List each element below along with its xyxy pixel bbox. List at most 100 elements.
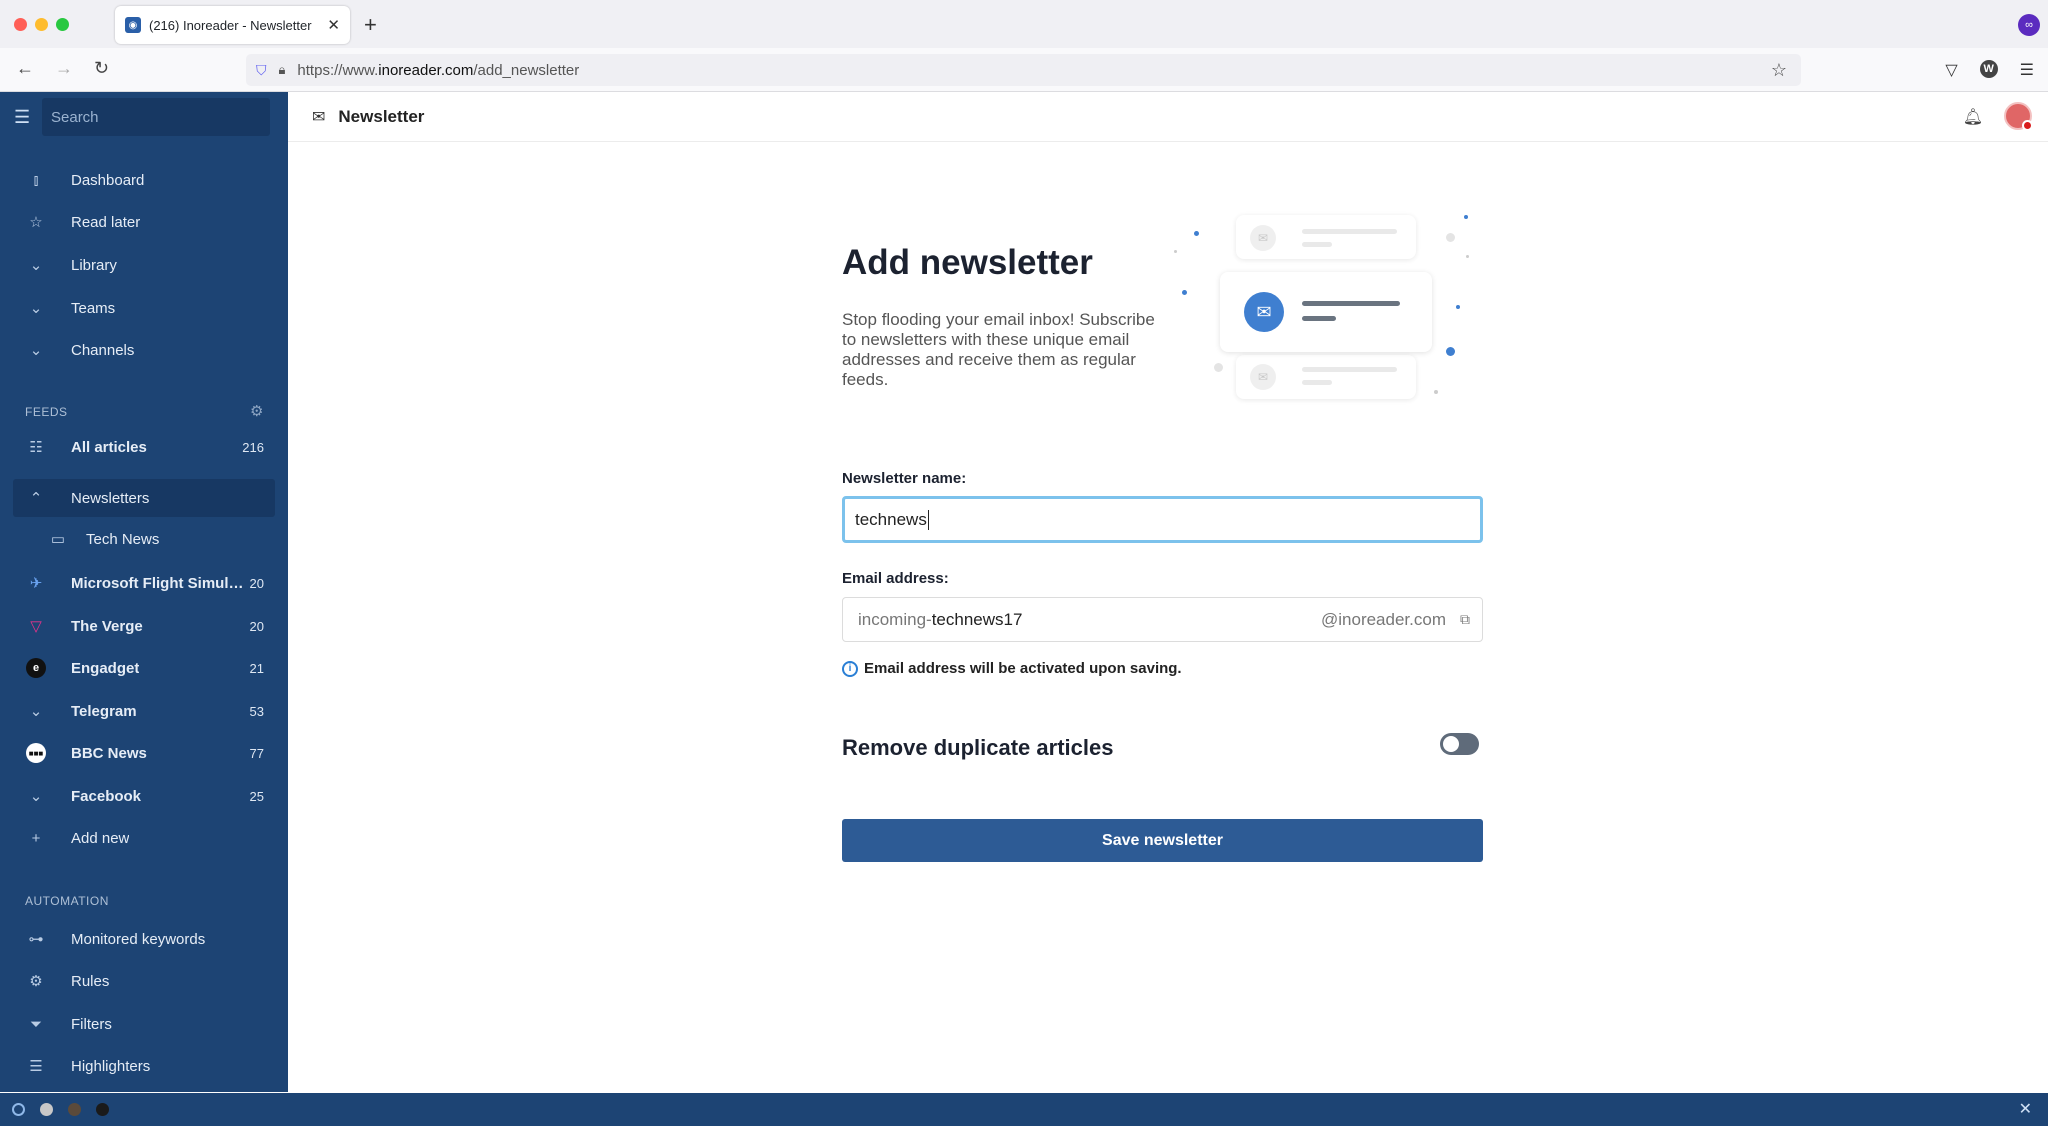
chevron-circle-icon: ⌄ — [29, 257, 43, 274]
engadget-logo-icon: e — [26, 658, 46, 678]
email-address-label: Email address: — [842, 570, 949, 587]
chevron-circle-icon: ⌄ — [29, 703, 43, 720]
sidebar-item-channels[interactable]: ⌄ Channels — [13, 331, 275, 369]
chevron-circle-icon: ⌄ — [29, 300, 43, 317]
list-icon: ☷ — [29, 439, 43, 456]
save-newsletter-button[interactable]: Save newsletter — [842, 819, 1483, 862]
newsletter-name-input[interactable]: technews — [842, 496, 1483, 543]
bottom-status-bar: ✕ — [0, 1093, 2048, 1126]
extension-w-icon[interactable]: W — [1979, 60, 1998, 78]
shield-icon[interactable]: ⛉ — [256, 62, 267, 79]
inoreader-favicon-icon: ◉ — [125, 17, 141, 33]
sidebar-item-bbc-news[interactable]: ■■■ BBC News 77 — [13, 734, 275, 772]
rules-icon: ⚙ — [29, 973, 43, 990]
browser-tab[interactable]: ◉ (216) Inoreader - Newsletter ✕ — [115, 6, 350, 44]
feeds-settings-gear-icon[interactable]: ⚙ — [250, 402, 263, 420]
info-icon: i — [842, 660, 858, 677]
sidebar-item-dashboard[interactable]: ⫾ Dashboard — [13, 161, 275, 199]
pocket-icon[interactable]: ▽ — [1945, 60, 1957, 80]
page-title: Newsletter — [338, 106, 425, 126]
star-icon: ☆ — [29, 214, 43, 231]
illustration-card: ✉ — [1236, 355, 1416, 399]
sidebar-item-monitored-keywords[interactable]: ⊶ Monitored keywords — [13, 920, 275, 958]
illustration-card: ✉ — [1236, 215, 1416, 259]
remove-duplicates-label: Remove duplicate articles — [842, 735, 1114, 760]
sidebar-item-newsletters[interactable]: ⌃ Newsletters — [13, 479, 275, 517]
sidebar-item-teams[interactable]: ⌄ Teams — [13, 289, 275, 327]
close-tab-icon[interactable]: ✕ — [327, 16, 340, 34]
filter-icon: ⏷ — [29, 1015, 42, 1033]
sidebar-item-all-articles[interactable]: ☷ All articles 216 — [13, 428, 275, 466]
newsletter-name-label: Newsletter name: — [842, 470, 967, 487]
lock-icon[interactable]: 🔒︎ — [279, 62, 286, 78]
bookmark-star-icon[interactable]: ☆ — [1771, 60, 1787, 81]
copy-icon[interactable]: ⧉ — [1460, 611, 1470, 628]
sidebar-item-filters[interactable]: ⏷ Filters — [13, 1005, 275, 1043]
sidebar-item-facebook[interactable]: ⌄ Facebook 25 — [13, 777, 275, 815]
main-content: Add newsletter Stop flooding your email … — [288, 143, 2048, 1093]
envelope-icon: ✉ — [1250, 364, 1276, 390]
envelope-icon: ✉ — [1250, 225, 1276, 251]
sidebar-item-library[interactable]: ⌄ Library — [13, 246, 275, 284]
minimize-window-button[interactable] — [35, 18, 48, 31]
sidebar-item-flight-simulator[interactable]: ✈ Microsoft Flight Simulat... 20 — [13, 564, 275, 602]
paper-plane-icon: ✈ — [29, 575, 43, 592]
avatar[interactable] — [2004, 102, 2033, 131]
email-address-field[interactable]: incoming-technews17 @inoreader.com ⧉ — [842, 597, 1483, 642]
close-icon[interactable]: ✕ — [2019, 1099, 2032, 1119]
chevron-circle-icon: ⌄ — [29, 788, 43, 805]
chevron-circle-icon: ⌄ — [29, 342, 43, 359]
theme-dot-dark[interactable] — [96, 1103, 109, 1116]
sidebar-item-engadget[interactable]: e Engadget 21 — [13, 649, 275, 687]
forward-arrow-icon[interactable]: → — [55, 58, 73, 79]
illustration-card-main: ✉ — [1220, 272, 1432, 352]
keyword-icon: ⊶ — [28, 931, 44, 948]
sidebar-item-read-later[interactable]: ☆ Read later — [13, 203, 275, 241]
add-newsletter-heading: Add newsletter — [842, 243, 1093, 282]
automation-section-title: AUTOMATION — [25, 894, 109, 908]
browser-navbar: ← → ↻ ⛉ 🔒︎ https://www.inoreader.com/add… — [0, 48, 2048, 92]
sidebar: ☰ Search ⫾ Dashboard ☆ Read later ⌄ Library… — [0, 92, 288, 1092]
close-window-button[interactable] — [14, 18, 27, 31]
maximize-window-button[interactable] — [56, 18, 69, 31]
tab-title: (216) Inoreader - Newsletter — [149, 17, 312, 33]
hamburger-menu-icon[interactable]: ☰ — [14, 107, 36, 128]
search-input[interactable]: Search — [42, 98, 270, 136]
inbox-icon: ▭ — [50, 531, 66, 548]
envelope-icon: ✉ — [1244, 292, 1284, 332]
sidebar-item-tech-news[interactable]: ▭ Tech News — [13, 520, 275, 558]
feeds-section-title: FEEDS — [25, 405, 68, 419]
url-bar[interactable]: ⛉ 🔒︎ https://www.inoreader.com/add_newsl… — [246, 54, 1801, 86]
sidebar-item-the-verge[interactable]: ▽ The Verge 20 — [13, 607, 275, 645]
text-caret — [927, 509, 929, 530]
back-arrow-icon[interactable]: ← — [16, 58, 34, 79]
toggle-knob — [1443, 736, 1459, 752]
chevron-up-circle-icon: ⌃ — [29, 490, 43, 507]
highlighter-icon: ☰ — [29, 1058, 43, 1075]
app-menu-icon[interactable]: ☰ — [2020, 60, 2034, 80]
plus-icon: + — [31, 829, 41, 847]
sidebar-item-highlighters[interactable]: ☰ Highlighters — [13, 1047, 275, 1085]
envelope-icon: ✉ — [312, 108, 326, 126]
sidebar-item-rules[interactable]: ⚙ Rules — [13, 962, 275, 1000]
theme-dot-blue[interactable] — [12, 1103, 25, 1116]
reload-icon[interactable]: ↻ — [94, 58, 109, 79]
sidebar-item-telegram[interactable]: ⌄ Telegram 53 — [13, 692, 275, 730]
theme-dot-brown[interactable] — [68, 1103, 81, 1116]
bbc-logo-icon: ■■■ — [26, 743, 46, 763]
new-tab-icon[interactable]: + — [364, 12, 377, 38]
bar-chart-icon: ⫾ — [33, 171, 39, 189]
newsletter-illustration: ✉ ✉ ✉ — [1174, 215, 1474, 415]
bell-icon[interactable]: 🔔︎ — [1963, 107, 1983, 127]
url-text: https://www.inoreader.com/add_newsletter — [297, 61, 580, 79]
notification-dot — [2022, 120, 2033, 131]
activation-note: i Email address will be activated upon sa… — [842, 660, 1182, 677]
browser-tab-strip: ◉ (216) Inoreader - Newsletter ✕ + ∞ — [0, 0, 2048, 48]
verge-logo-icon: ▽ — [30, 618, 42, 635]
page-header: ✉ Newsletter 🔔︎ — [288, 92, 2048, 142]
sidebar-item-add-new[interactable]: + Add new — [13, 819, 275, 857]
description-text: Stop flooding your email inbox! Subscrib… — [842, 310, 1155, 389]
private-browsing-icon: ∞ — [2018, 14, 2040, 36]
theme-dot-light[interactable] — [40, 1103, 53, 1116]
remove-duplicates-toggle[interactable] — [1440, 733, 1479, 755]
